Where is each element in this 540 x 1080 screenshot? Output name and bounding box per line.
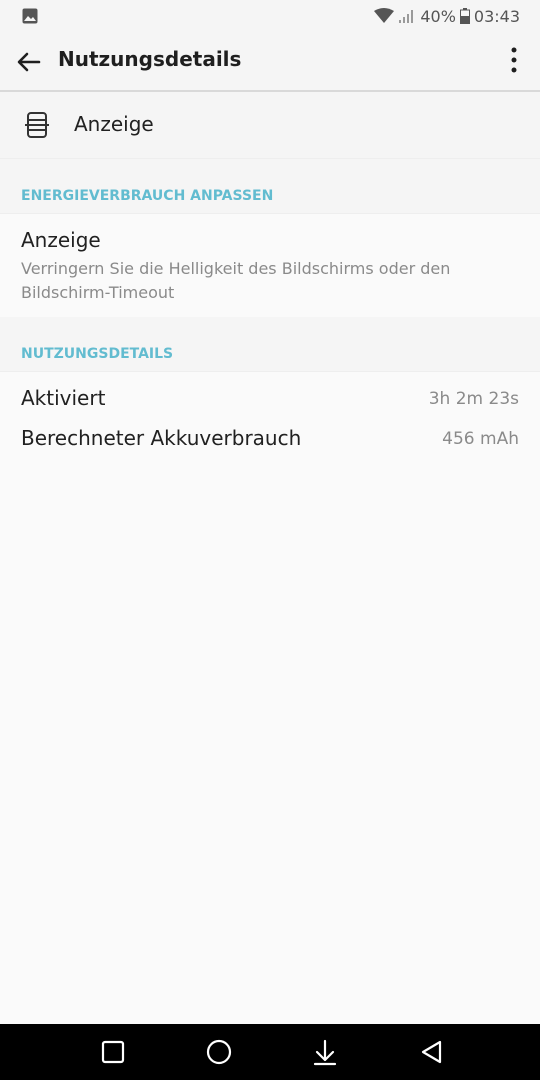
energy-item-title: Anzeige — [21, 228, 101, 252]
usage-section-header: NUTZUNGSDETAILS — [0, 317, 540, 372]
energy-item-summary: Verringern Sie die Helligkeit des Bildsc… — [21, 259, 451, 302]
usage-row-activated: Aktiviert 3h 2m 23s — [0, 380, 540, 420]
usage-section-title: NUTZUNGSDETAILS — [21, 346, 174, 362]
usage-row-label: Berechneter Akkuverbrauch — [21, 426, 302, 450]
battery-percent: 40% — [420, 6, 456, 26]
signal-icon — [398, 8, 416, 24]
status-time: 03:43 — [473, 6, 520, 26]
navigation-bar — [0, 1024, 540, 1080]
display-device-icon — [24, 111, 50, 143]
back-arrow-icon[interactable] — [14, 47, 44, 77]
home-circle-icon[interactable] — [205, 1038, 233, 1066]
energy-display-item[interactable]: Anzeige Verringern Sie die Helligkeit de… — [0, 214, 540, 316]
energy-section-title: ENERGIEVERBRAUCH ANPASSEN — [21, 188, 274, 204]
recents-square-icon[interactable] — [99, 1038, 127, 1066]
back-triangle-icon[interactable] — [418, 1038, 446, 1066]
energy-section-header: ENERGIEVERBRAUCH ANPASSEN — [0, 159, 540, 214]
wifi-icon — [374, 8, 395, 24]
image-notification-icon — [22, 8, 38, 28]
status-bar: 40% 03:43 — [0, 0, 540, 32]
screen: 40% 03:43 Nutzungsdetails Anzeige ENERGI… — [0, 0, 540, 1080]
app-name: Anzeige — [74, 112, 154, 136]
usage-row-value: 3h 2m 23s — [428, 389, 519, 409]
notification-pulldown-icon[interactable] — [311, 1038, 339, 1066]
usage-row-label: Aktiviert — [21, 386, 106, 410]
app-header-row: Anzeige — [0, 92, 540, 159]
usage-row-battery: Berechneter Akkuverbrauch 456 mAh — [0, 420, 540, 460]
more-options-icon[interactable] — [504, 46, 524, 76]
usage-row-value: 456 mAh — [442, 429, 519, 449]
battery-icon — [459, 8, 470, 24]
status-indicators: 40% 03:43 — [374, 5, 520, 27]
page-title: Nutzungsdetails — [58, 47, 242, 71]
app-bar: Nutzungsdetails — [0, 32, 540, 92]
